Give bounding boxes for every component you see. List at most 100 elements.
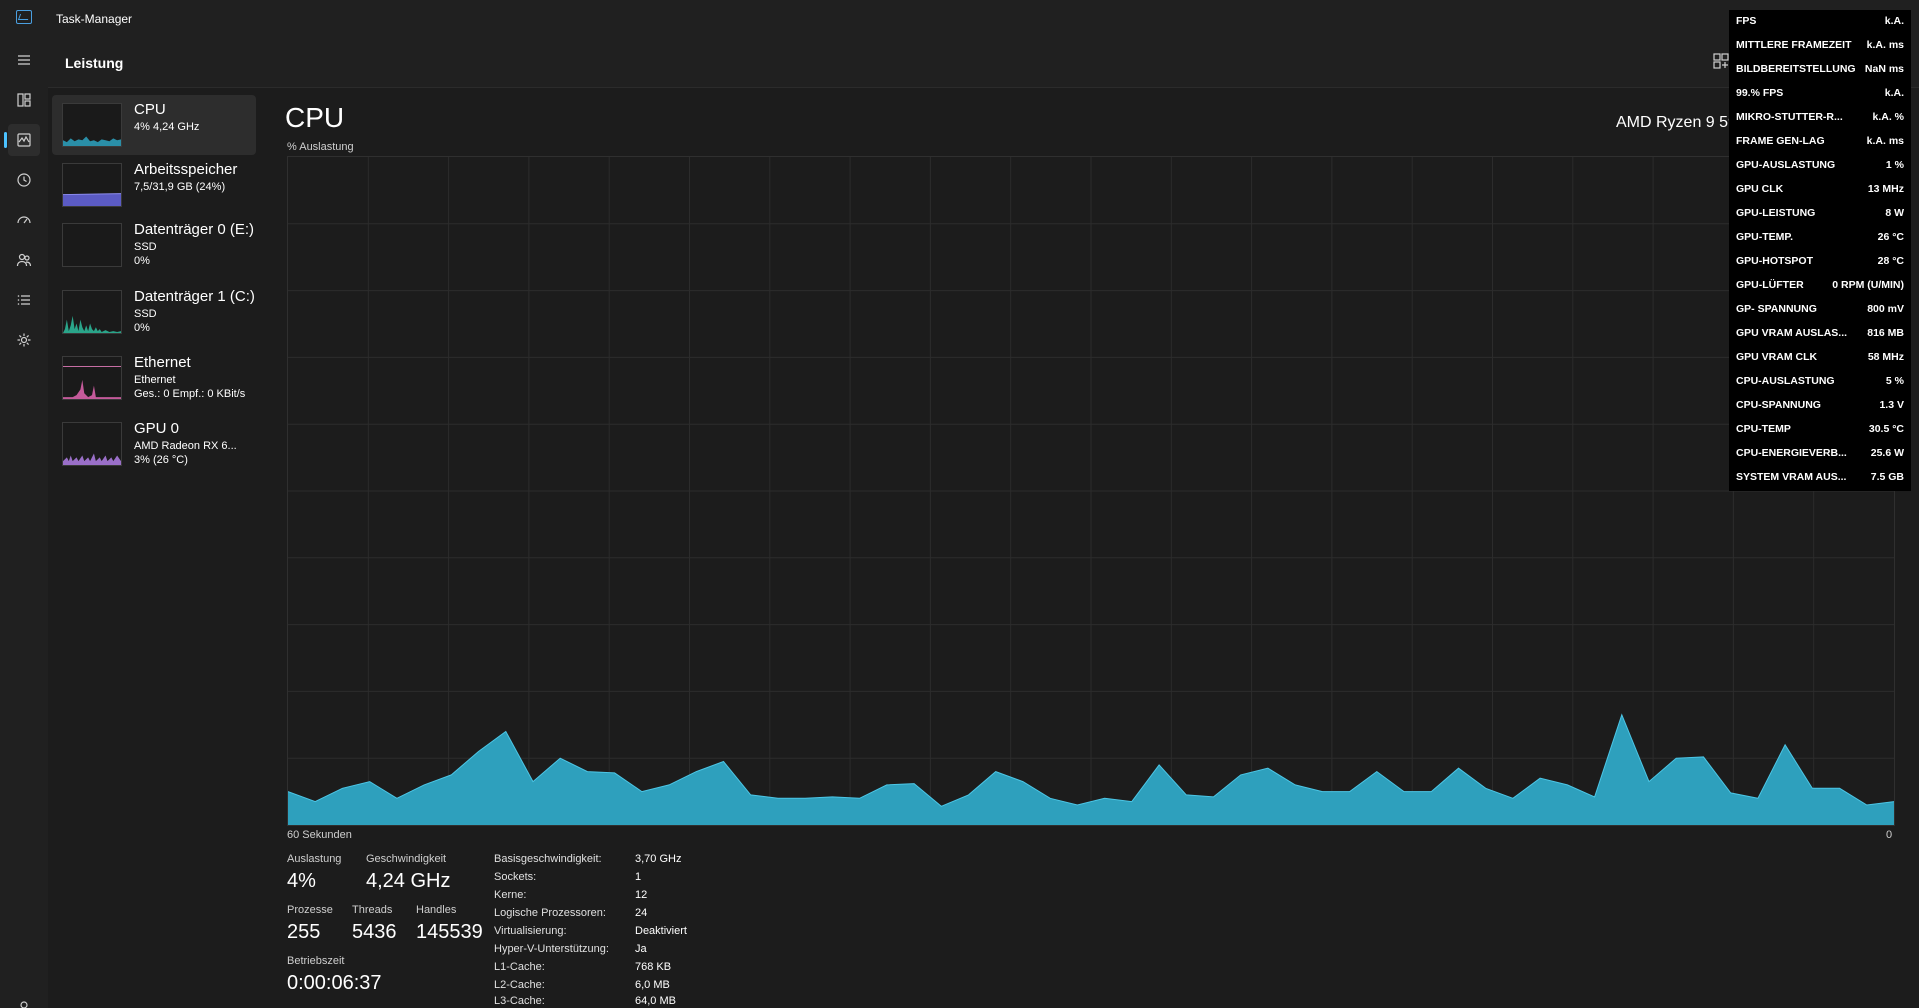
- sidebar-gpu-0-name: GPU 0: [134, 420, 180, 437]
- sidebar-item-disk-0[interactable]: Datenträger 0 (E:) SSD 0%: [52, 215, 256, 275]
- overlay-row: MITTLERE FRAMEZEIT k.A. ms: [1729, 34, 1911, 58]
- overlay-row: GPU-HOTSPOT 28 °C: [1729, 250, 1911, 274]
- sidebar-disk-0-value: 0%: [134, 255, 150, 267]
- ethernet-sparkline: [62, 356, 122, 400]
- sidebar-item-cpu[interactable]: CPU 4% 4,24 GHz: [52, 95, 256, 155]
- cpu-model-name: AMD Ryzen 9 59: [1616, 114, 1737, 131]
- history-icon[interactable]: [8, 164, 40, 196]
- overlay-metric-value: k.A. %: [1872, 111, 1904, 123]
- sidebar-cpu-name: CPU: [134, 101, 166, 118]
- stat-threads-value: 5436: [352, 921, 397, 943]
- overlay-metric-label: GPU-LEISTUNG: [1736, 207, 1816, 219]
- overlay-metric-value: 5 %: [1885, 375, 1904, 387]
- overlay-metric-label: GPU CLK: [1736, 183, 1784, 195]
- overlay-row: CPU-ENERGIEVERB... 25.6 W: [1729, 442, 1911, 466]
- overlay-metric-label: SYSTEM VRAM AUS...: [1736, 471, 1847, 483]
- cpu-usage-chart: [288, 157, 1894, 825]
- sidebar-disk-1-value: 0%: [134, 322, 150, 334]
- overlay-metric-label: CPU-TEMP: [1736, 423, 1791, 435]
- title-bar: Task-Manager: [0, 0, 1919, 40]
- settings-icon[interactable]: [16, 996, 32, 1008]
- info-label: Kerne:: [494, 889, 527, 901]
- overlay-metric-label: GPU-LÜFTER: [1736, 279, 1804, 291]
- info-value: 1: [635, 871, 642, 883]
- stat-handles-label: Handles: [416, 904, 457, 916]
- overlay-metric-label: MITTLERE FRAMEZEIT: [1736, 39, 1852, 51]
- sidebar-cpu-value: 4% 4,24 GHz: [134, 121, 200, 133]
- sidebar-ethernet-adapter: Ethernet: [134, 374, 176, 386]
- stat-auslastung-value: 4%: [287, 870, 316, 892]
- run-new-task-icon[interactable]: [1712, 52, 1730, 70]
- info-value: 24: [635, 907, 648, 919]
- overlay-row: CPU-AUSLASTUNG 5 %: [1729, 370, 1911, 394]
- info-label: Hyper-V-Unterstützung:: [494, 943, 609, 955]
- sidebar-memory-value: 7,5/31,9 GB (24%): [134, 181, 226, 193]
- overlay-row: 99.% FPS k.A.: [1729, 82, 1911, 106]
- overlay-metric-value: 25.6 W: [1870, 447, 1904, 459]
- disk-1-sparkline: [62, 290, 122, 334]
- overlay-row: GPU-LEISTUNG 8 W: [1729, 202, 1911, 226]
- cpu-usage-graph: [287, 156, 1895, 826]
- services-icon[interactable]: [8, 324, 40, 356]
- window-title: Task-Manager: [56, 12, 133, 26]
- info-label: L2-Cache:: [494, 979, 545, 991]
- sidebar-disk-0-name: Datenträger 0 (E:): [134, 221, 255, 238]
- nav-rail: [0, 40, 48, 1008]
- overlay-metric-label: BILDBEREITSTELLUNG: [1736, 63, 1856, 75]
- stat-betriebszeit-value: 0:00:06:37: [287, 972, 382, 994]
- stat-prozesse-value: 255: [287, 921, 321, 943]
- info-value: Deaktiviert: [635, 925, 687, 937]
- sidebar-gpu-0-value: 3% (26 °C): [134, 454, 188, 466]
- overlay-row: FPS k.A.: [1729, 10, 1911, 34]
- info-label: Basisgeschwindigkeit:: [494, 853, 602, 865]
- gpu-0-sparkline: [62, 422, 122, 466]
- overlay-metric-label: 99.% FPS: [1736, 87, 1784, 99]
- overlay-metric-value: 800 mV: [1867, 303, 1904, 315]
- overlay-row: GPU VRAM CLK 58 MHz: [1729, 346, 1911, 370]
- overlay-metric-value: 58 MHz: [1867, 351, 1904, 363]
- overlay-row: BILDBEREITSTELLUNG NaN ms: [1729, 58, 1911, 82]
- stat-prozesse-label: Prozesse: [287, 904, 333, 916]
- users-icon[interactable]: [8, 244, 40, 276]
- sidebar-item-ethernet[interactable]: Ethernet Ethernet Ges.: 0 Empf.: 0 KBit/…: [52, 348, 256, 408]
- sidebar-ethernet-throughput: Ges.: 0 Empf.: 0 KBit/s: [134, 388, 246, 400]
- overlay-metric-value: k.A. ms: [1866, 135, 1904, 147]
- sidebar-item-disk-1[interactable]: Datenträger 1 (C:) SSD 0%: [52, 282, 256, 342]
- details-icon[interactable]: [8, 284, 40, 316]
- processes-icon[interactable]: [8, 84, 40, 116]
- sidebar-ethernet-name: Ethernet: [134, 354, 191, 371]
- stat-betriebszeit-label: Betriebszeit: [287, 955, 345, 967]
- overlay-row: GPU-LÜFTER 0 RPM (U/MIN): [1729, 274, 1911, 298]
- overlay-metric-value: 7.5 GB: [1870, 471, 1904, 483]
- overlay-row: FRAME GEN-LAG k.A. ms: [1729, 130, 1911, 154]
- performance-icon[interactable]: [4, 124, 40, 156]
- hamburger-icon[interactable]: [8, 44, 40, 76]
- sidebar-item-memory[interactable]: Arbeitsspeicher 7,5/31,9 GB (24%): [52, 155, 256, 215]
- overlay-metric-value: 1.3 V: [1879, 399, 1904, 411]
- overlay-metric-value: 1 %: [1885, 159, 1904, 171]
- overlay-metric-label: GPU VRAM AUSLAS...: [1736, 327, 1848, 339]
- overlay-row: GP- SPANNUNG 800 mV: [1729, 298, 1911, 322]
- info-label: Sockets:: [494, 871, 537, 883]
- overlay-metric-value: 0 RPM (U/MIN): [1832, 279, 1904, 291]
- sidebar-item-gpu-0[interactable]: GPU 0 AMD Radeon RX 6... 3% (26 °C): [52, 414, 256, 474]
- overlay-metric-label: GPU-HOTSPOT: [1736, 255, 1814, 267]
- graph-axis-right-label: 0: [1886, 829, 1893, 841]
- overlay-metric-label: GPU-AUSLASTUNG: [1736, 159, 1836, 171]
- overlay-row: SYSTEM VRAM AUS... 7.5 GB: [1729, 466, 1911, 490]
- page-header: Leistung: [48, 40, 1919, 88]
- overlay-metric-value: k.A. ms: [1866, 39, 1904, 51]
- stat-threads-label: Threads: [352, 904, 393, 916]
- performance-metrics-overlay: FPS k.A. MITTLERE FRAMEZEIT k.A. ms BILDBERE…: [1729, 10, 1911, 491]
- main-title: CPU: [285, 102, 345, 133]
- startup-icon[interactable]: [8, 204, 40, 236]
- stat-geschwindigkeit-value: 4,24 GHz: [366, 870, 451, 892]
- info-value: 3,70 GHz: [635, 853, 682, 865]
- memory-sparkline: [62, 163, 122, 207]
- sidebar-memory-name: Arbeitsspeicher: [134, 161, 238, 178]
- stat-auslastung-label: Auslastung: [287, 853, 342, 865]
- task-manager-app-icon: [16, 10, 32, 24]
- sidebar-gpu-0-model: AMD Radeon RX 6...: [134, 440, 237, 452]
- info-label: Logische Prozessoren:: [494, 907, 606, 919]
- overlay-metric-label: FPS: [1736, 15, 1757, 27]
